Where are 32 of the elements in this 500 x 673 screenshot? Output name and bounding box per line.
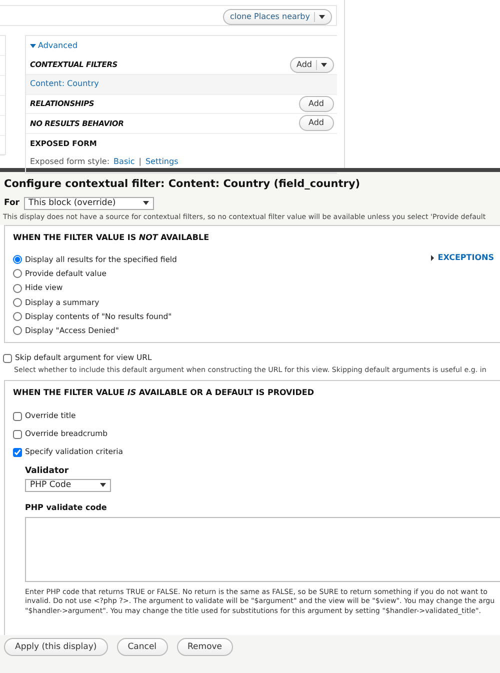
section-heading: WHEN THE FILTER VALUE IS AVAILABLE OR A DEFAULT IS PROVIDED [13,387,315,400]
dialog-button[interactable]: Apply (this display) [4,638,108,656]
add-button[interactable]: Add [298,96,334,112]
exceptions-link[interactable]: EXCEPTIONS [430,252,494,264]
checkbox[interactable] [13,412,22,421]
form-style-label: Exposed form style: [30,156,110,168]
radio-button[interactable] [13,269,22,278]
checkbox[interactable] [13,448,22,457]
field-label: PHP validate code [25,502,108,514]
dialog-title: Configure contextual filter: Content: Country (field_country) [4,177,362,192]
radio-button[interactable] [13,254,22,264]
validator-select[interactable]: PHP Code [25,478,111,492]
add-dropbutton[interactable]: Add [290,56,334,73]
radio-button[interactable] [13,284,22,293]
checkbox[interactable] [13,430,22,439]
dialog-button[interactable]: Remove [176,638,234,656]
display-select[interactable]: This block (override) [24,196,154,210]
section-heading: WHEN THE FILTER VALUE IS NOT AVAILABLE [13,232,210,244]
advanced-toggle[interactable]: Advanced [30,40,78,52]
settings-link[interactable]: Settings [145,156,178,168]
add-button[interactable]: Add [298,115,334,132]
radio-button[interactable] [13,326,22,336]
filter-link[interactable]: Content: Country [30,78,99,90]
checkbox[interactable] [3,354,12,363]
for-label: For [4,196,20,210]
dialog-button[interactable]: Cancel [116,638,168,656]
display-dropbutton[interactable]: clone Places nearby [222,9,332,25]
field-label: Validator [25,465,70,478]
radio-button[interactable] [13,312,22,322]
link-separator: | [138,156,142,168]
radio-button[interactable] [13,298,22,307]
settings-link[interactable]: Basic [114,156,135,168]
